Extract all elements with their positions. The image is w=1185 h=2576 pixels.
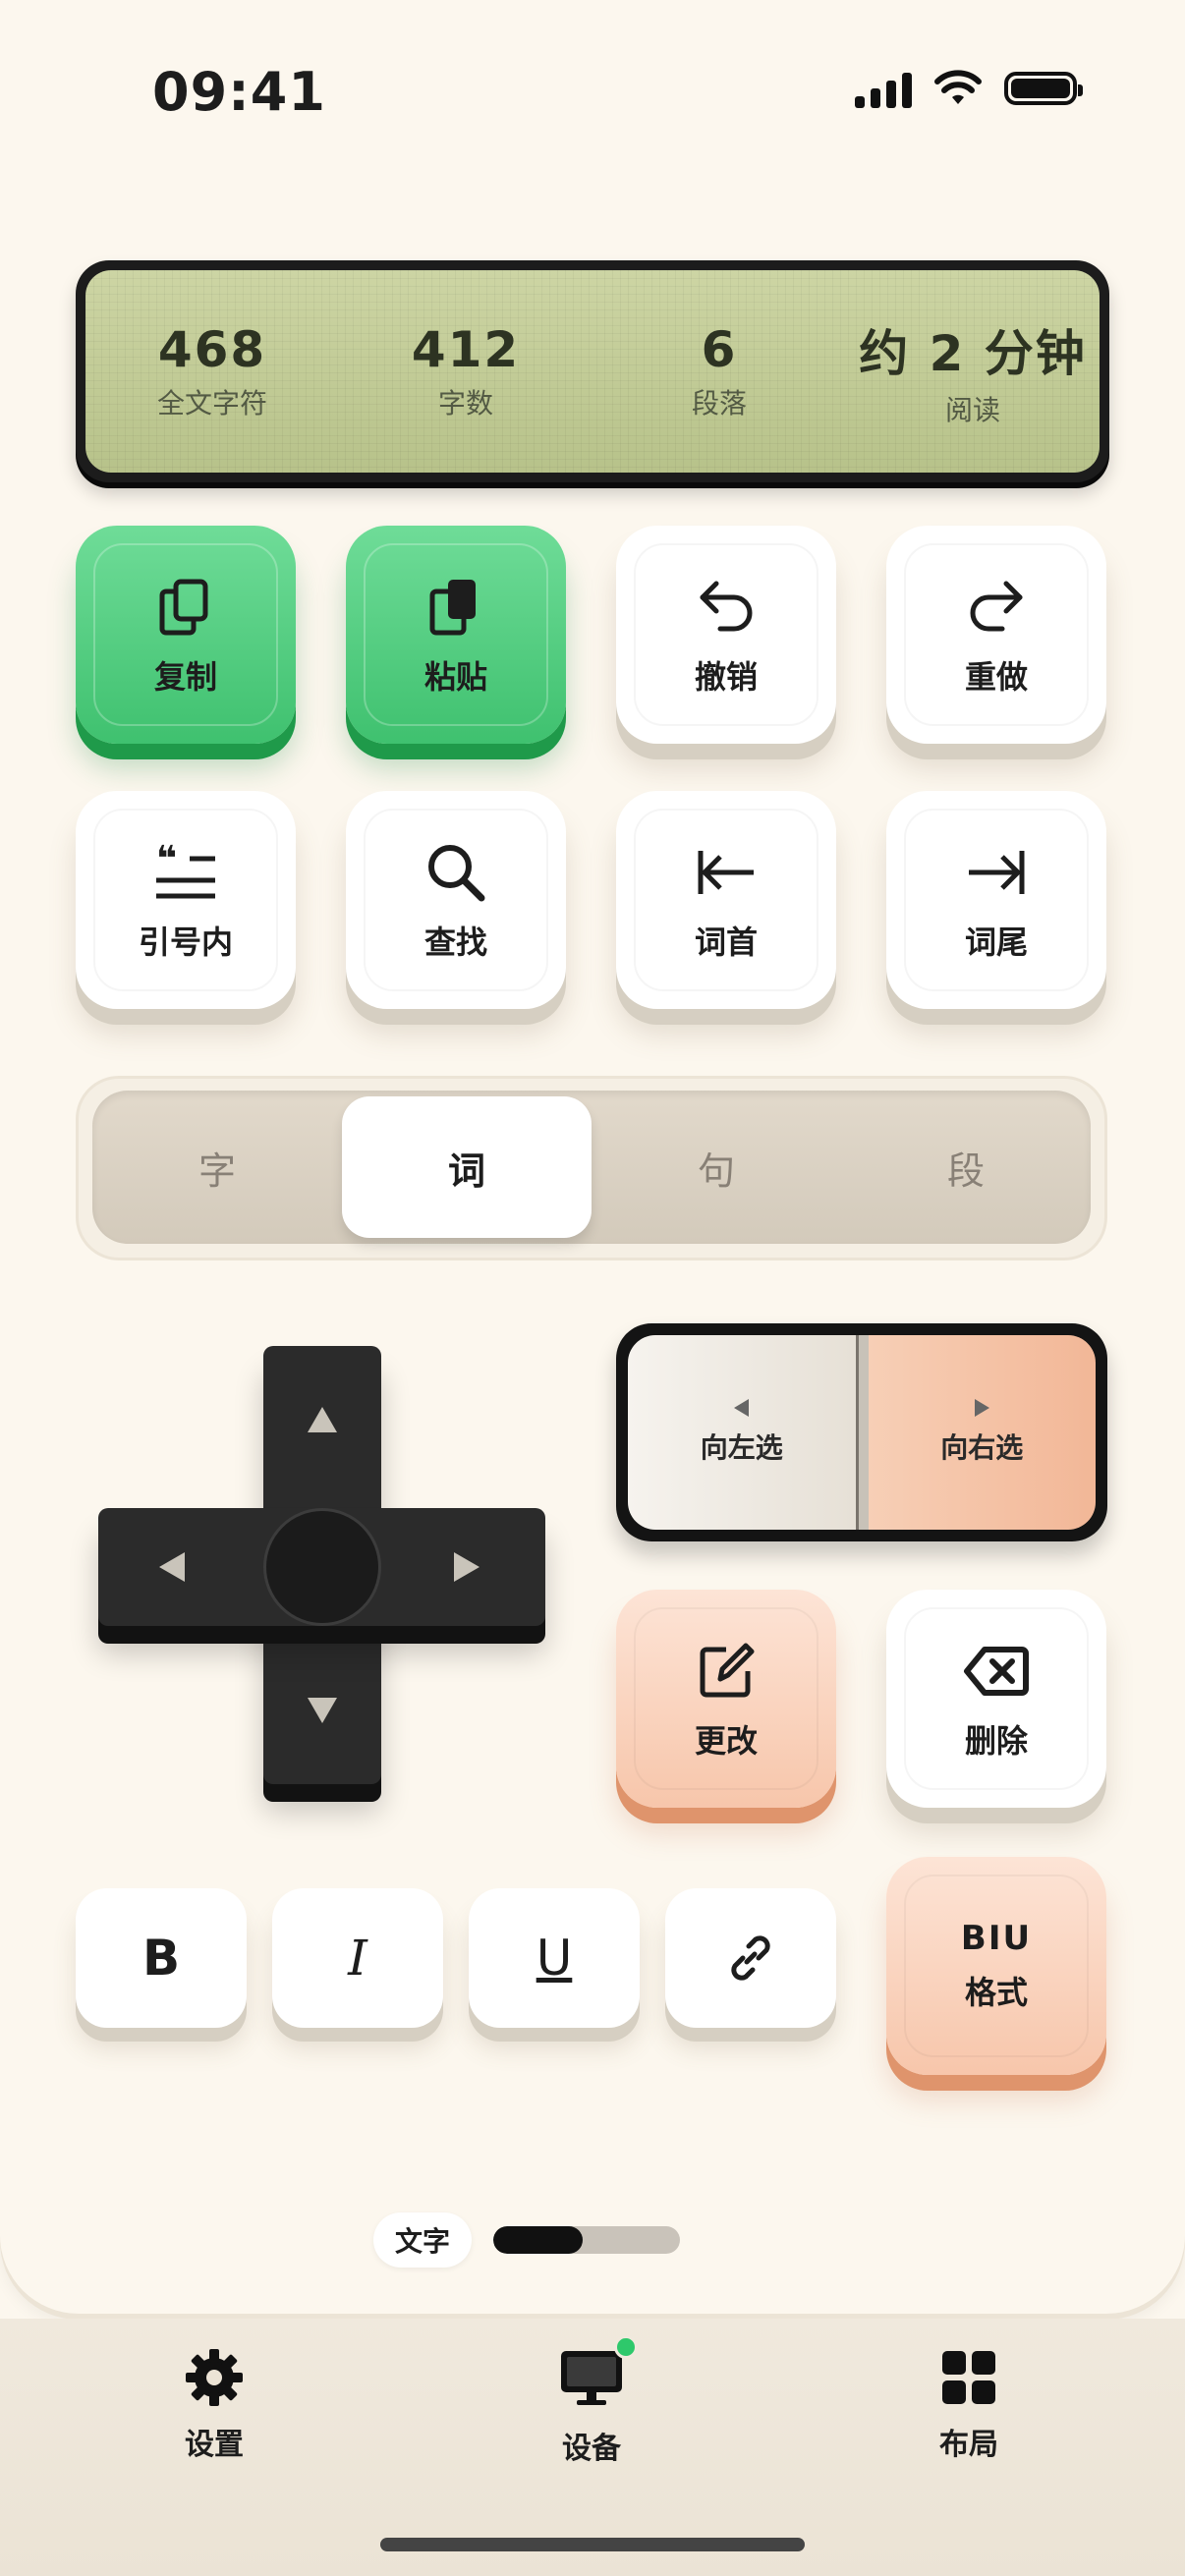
backspace-icon bbox=[964, 1647, 1029, 1696]
page-progress[interactable] bbox=[493, 2226, 681, 2254]
stat-words: 412 字数 bbox=[411, 321, 521, 420]
underline-button[interactable]: U bbox=[469, 1888, 640, 2028]
word-end-button[interactable]: 词尾 bbox=[886, 791, 1106, 1009]
search-icon bbox=[428, 845, 485, 902]
status-icons bbox=[855, 69, 1083, 108]
dpad-right-button[interactable] bbox=[454, 1552, 480, 1582]
stat-paragraphs: 6 段落 bbox=[691, 321, 747, 420]
status-dot bbox=[614, 2335, 638, 2359]
word-start-icon bbox=[698, 851, 754, 894]
italic-button[interactable]: I bbox=[272, 1888, 443, 2028]
signal-icon bbox=[855, 69, 912, 108]
page-progress-fill bbox=[493, 2226, 584, 2254]
direction-pad bbox=[98, 1346, 545, 1813]
triangle-right-icon bbox=[974, 1399, 989, 1417]
paste-button[interactable]: 粘贴 bbox=[346, 526, 566, 744]
stat-reading-time: 约 2 分钟 阅读 bbox=[859, 325, 1087, 426]
undo-icon bbox=[700, 581, 753, 632]
tab-layout[interactable]: 布局 bbox=[871, 2343, 1067, 2463]
page-label: 文字 bbox=[373, 2212, 473, 2268]
selection-rocker: 向左选 向右选 bbox=[616, 1323, 1107, 1541]
search-button[interactable]: 查找 bbox=[346, 791, 566, 1009]
grid-icon bbox=[942, 2351, 995, 2404]
segment-sentence[interactable]: 句 bbox=[592, 1091, 841, 1244]
redo-icon bbox=[970, 581, 1023, 632]
tab-devices[interactable]: 设备 bbox=[493, 2335, 690, 2467]
word-start-button[interactable]: 词首 bbox=[616, 791, 836, 1009]
paste-icon bbox=[429, 580, 476, 636]
dpad-center[interactable] bbox=[263, 1508, 381, 1626]
quote-icon: ❝ bbox=[156, 839, 215, 899]
segment-word[interactable]: 词 bbox=[342, 1096, 592, 1238]
quote-inside-button[interactable]: ❝ 引号内 bbox=[76, 791, 296, 1009]
link-button[interactable] bbox=[665, 1888, 836, 2028]
undo-button[interactable]: 撤销 bbox=[616, 526, 836, 744]
format-preview-icon: BIU bbox=[960, 1919, 1033, 1958]
delete-button[interactable]: 删除 bbox=[886, 1590, 1106, 1808]
home-indicator[interactable] bbox=[380, 2538, 805, 2551]
battery-icon bbox=[1004, 72, 1083, 105]
svg-text:❝: ❝ bbox=[156, 839, 177, 879]
segment-paragraph[interactable]: 段 bbox=[841, 1091, 1091, 1244]
granularity-selector: 字 词 句 段 bbox=[76, 1076, 1107, 1260]
gear-icon bbox=[186, 2349, 243, 2406]
dpad-left-button[interactable] bbox=[159, 1552, 185, 1582]
dpad-up-button[interactable] bbox=[308, 1407, 337, 1432]
page-indicator: 文字 bbox=[373, 2212, 681, 2268]
status-time: 09:41 bbox=[152, 61, 326, 123]
triangle-left-icon bbox=[734, 1399, 750, 1417]
tab-settings[interactable]: 设置 bbox=[116, 2343, 312, 2463]
stat-chars: 468 全文字符 bbox=[156, 321, 267, 420]
link-icon bbox=[731, 1935, 770, 1981]
word-end-icon bbox=[969, 851, 1025, 894]
dpad-down-button[interactable] bbox=[308, 1698, 337, 1723]
redo-button[interactable]: 重做 bbox=[886, 526, 1106, 744]
select-left-button[interactable]: 向左选 bbox=[628, 1335, 856, 1530]
select-right-button[interactable]: 向右选 bbox=[868, 1335, 1096, 1530]
stats-display: 468 全文字符 412 字数 6 段落 约 2 分钟 阅读 bbox=[76, 260, 1109, 482]
change-button[interactable]: 更改 bbox=[616, 1590, 836, 1808]
copy-icon bbox=[159, 579, 208, 636]
bold-button[interactable]: B bbox=[76, 1888, 247, 2028]
segment-char[interactable]: 字 bbox=[92, 1091, 342, 1244]
copy-button[interactable]: 复制 bbox=[76, 526, 296, 744]
format-button[interactable]: BIU 格式 bbox=[886, 1857, 1106, 2075]
edit-icon bbox=[700, 1643, 755, 1698]
wifi-icon bbox=[934, 70, 982, 104]
